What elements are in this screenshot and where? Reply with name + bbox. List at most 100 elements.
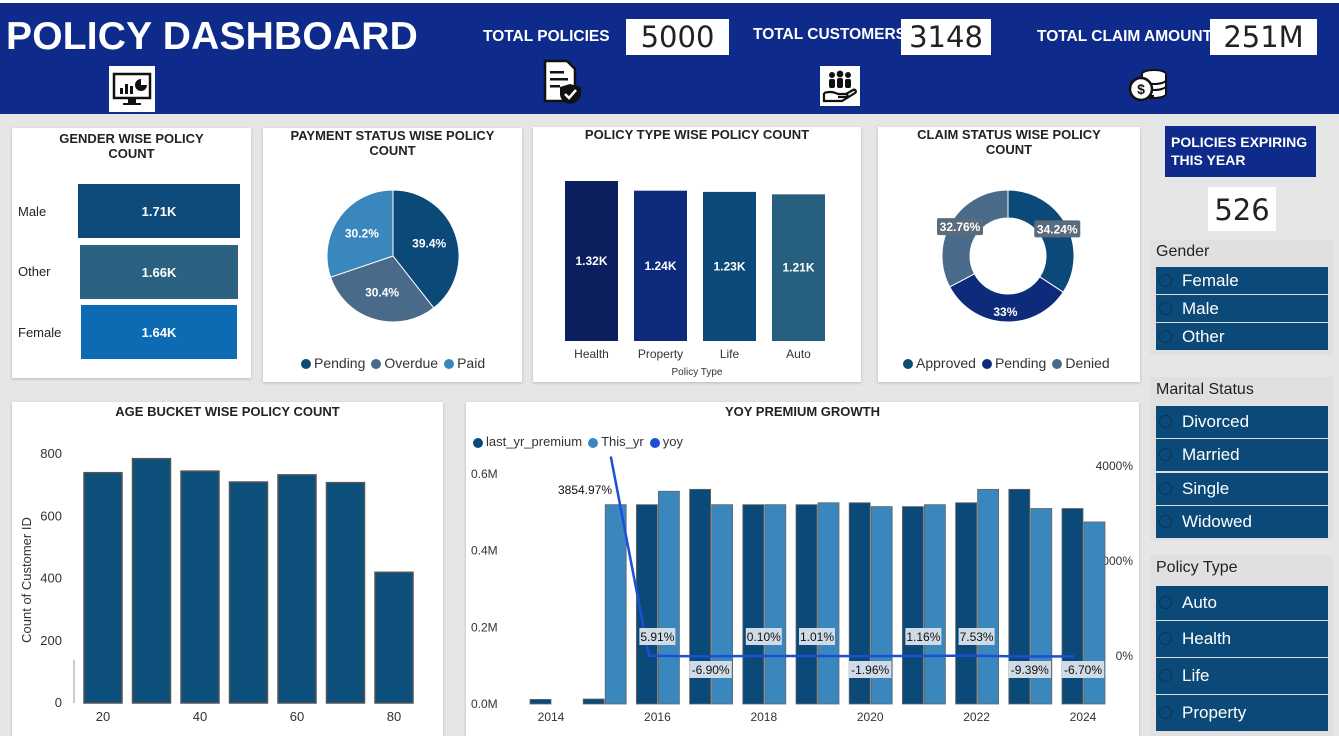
yoy-xtick-2020: 2020 [857, 710, 884, 724]
yoy-bar-this-yr-2018 [764, 504, 787, 705]
age-bucket-card: AGE BUCKET WISE POLICY COUNT 0 200 400 600 8… [12, 402, 443, 736]
gender-card-title: GENDER WISE POLICY COUNT [59, 131, 204, 161]
pie-label-pending: 39.4% [412, 236, 446, 250]
yoy-ytick-left-3: 0.6M [471, 467, 498, 481]
expiring-value: 526 [1208, 187, 1276, 231]
yoy-label-2024: -6.70% [1064, 663, 1102, 677]
yoy-premium-combo-chart: 0.0M0.2M0.4M0.6M0%2000%4000%2014 2016 2018… [471, 456, 1134, 724]
kpi-total-customers-value: 3148 [901, 19, 991, 55]
yoy-bar-last-yr-2021 [901, 506, 924, 705]
yoy-line [609, 456, 1075, 658]
yoy-xtick-2014: 2014 [538, 710, 565, 724]
age-ytick-0: 0 [55, 695, 62, 710]
gender-label-other: Other [18, 264, 51, 279]
policy-type-slicer: Policy Type Auto Health Life Property [1150, 555, 1333, 736]
pie-label-overdue: 30.4% [365, 286, 399, 300]
age-bar-70 [325, 481, 366, 704]
analytics-monitor-icon [109, 66, 155, 112]
yoy-bar-last-yr-2018 [742, 504, 765, 705]
policy-type-option-auto[interactable]: Auto [1156, 586, 1328, 620]
yoy-bar-last-yr-2019 [795, 504, 818, 705]
coins-money-icon: $ [1128, 64, 1168, 104]
policy-type-tick-health: Health [574, 347, 609, 361]
payment-status-pie-chart: 39.4% 30.4% 30.2% [326, 189, 460, 323]
age-bucket-bar-chart: 0 200 400 600 800 Count of Customer ID 20 40 60 8… [19, 446, 414, 724]
marital-option-single[interactable]: Single [1156, 473, 1328, 505]
gender-value-other: 1.66K [141, 264, 177, 280]
yoy-bar-this-yr-2015 [604, 504, 627, 705]
marital-slicer-title: Marital Status [1156, 381, 1254, 398]
yoy-bar-last-yr-2015 [582, 698, 605, 705]
donut-label-approved: 34.24% [1037, 222, 1078, 236]
age-bar-50 [228, 481, 269, 704]
marital-option-divorced[interactable]: Divorced [1156, 406, 1328, 438]
policy-type-tick-life: Life [720, 347, 740, 361]
gender-bar-female[interactable]: 1.64K [81, 305, 237, 359]
yoy-label-2018: 0.10% [747, 630, 781, 644]
policy-type-value-property: 1.24K [644, 259, 676, 273]
yoy-label-2022: 7.53% [960, 630, 994, 644]
policy-document-icon [538, 59, 584, 105]
yoy-label-2020: -1.96% [851, 663, 889, 677]
yoy-xtick-2024: 2024 [1070, 710, 1097, 724]
legend-item-paid[interactable]: Paid [444, 355, 485, 371]
policy-type-axis-label: Policy Type [672, 367, 723, 378]
policy-type-option-property[interactable]: Property [1156, 695, 1328, 731]
donut-label-denied: 32.76% [940, 220, 981, 234]
age-ytick-400: 400 [40, 571, 62, 586]
legend-item-claim-pending[interactable]: Pending [981, 355, 1046, 371]
marital-option-married[interactable]: Married [1156, 439, 1328, 471]
age-ylabel: Count of Customer ID [19, 517, 34, 643]
yoy-bar-this-yr-2016 [657, 490, 680, 705]
policy-type-bar-chart: 1.32K Health 1.24K Property 1.23K Life 1.21K Au… [565, 181, 825, 378]
yoy-bar-this-yr-2021 [923, 504, 946, 705]
pie-label-paid: 30.2% [345, 227, 379, 241]
age-ytick-800: 800 [40, 446, 62, 461]
legend-item-denied[interactable]: Denied [1052, 355, 1110, 371]
yoy-label-2019: 1.01% [800, 630, 834, 644]
policy-type-value-auto: 1.21K [782, 261, 814, 275]
gender-option-female[interactable]: Female [1156, 267, 1328, 294]
donut-slice-approved [1007, 189, 1075, 293]
age-ytick-600: 600 [40, 508, 62, 523]
page-title: POLICY DASHBOARD [6, 15, 419, 58]
age-bar-80 [374, 571, 414, 704]
gender-label-male: Male [18, 204, 47, 219]
marital-status-slicer: Marital Status Divorced Married Single W… [1150, 377, 1333, 541]
policy-type-tick-property: Property [638, 347, 683, 361]
yoy-label-2021: 1.16% [906, 630, 940, 644]
yoy-bar-last-yr-2014 [529, 698, 552, 705]
gender-policy-count-card: GENDER WISE POLICY COUNT Male 1.71K Othe… [12, 128, 251, 378]
donut-label-pending: 33% [993, 305, 1017, 319]
yoy-label-2023: -9.39% [1011, 663, 1049, 677]
policy-type-tick-auto: Auto [786, 347, 811, 361]
gender-option-male[interactable]: Male [1156, 295, 1328, 322]
age-ytick-200: 200 [40, 633, 62, 648]
gender-option-other[interactable]: Other [1156, 323, 1328, 350]
yoy-ytick-right-2: 4000% [1096, 459, 1134, 473]
dashboard-header: POLICY DASHBOARD TOTAL POLICIES 5000 TOT… [0, 0, 1339, 114]
yoy-premium-card: YOY PREMIUM GROWTH last_yr_premium This_… [466, 402, 1139, 736]
policy-type-value-health: 1.32K [575, 254, 607, 268]
legend-item-pending[interactable]: Pending [301, 355, 365, 371]
donut-slice-denied [941, 189, 1009, 288]
yoy-ytick-left-0: 0.0M [471, 697, 498, 711]
policy-type-option-life[interactable]: Life [1156, 658, 1328, 694]
yoy-label-2015: 3854.97% [558, 483, 612, 497]
legend-item-approved[interactable]: Approved [903, 355, 976, 371]
svg-text:$: $ [1137, 81, 1145, 97]
yoy-xtick-2018: 2018 [750, 710, 777, 724]
claim-status-donut-chart: 34.24% 33% 32.76% [937, 189, 1081, 323]
gender-value-female: 1.64K [141, 324, 177, 340]
marital-option-widowed[interactable]: Widowed [1156, 506, 1328, 538]
age-xtick-40: 40 [193, 709, 207, 724]
gender-bar-male[interactable]: 1.71K [78, 184, 240, 238]
age-xtick-60: 60 [290, 709, 304, 724]
yoy-label-2017: -6.90% [692, 663, 730, 677]
legend-item-overdue[interactable]: Overdue [371, 355, 438, 371]
kpi-total-claim-value: 251M [1210, 19, 1317, 55]
age-bar-40 [180, 470, 220, 704]
gender-slicer-title: Gender [1156, 243, 1210, 260]
gender-bar-other[interactable]: 1.66K [80, 245, 238, 299]
policy-type-option-health[interactable]: Health [1156, 621, 1328, 657]
